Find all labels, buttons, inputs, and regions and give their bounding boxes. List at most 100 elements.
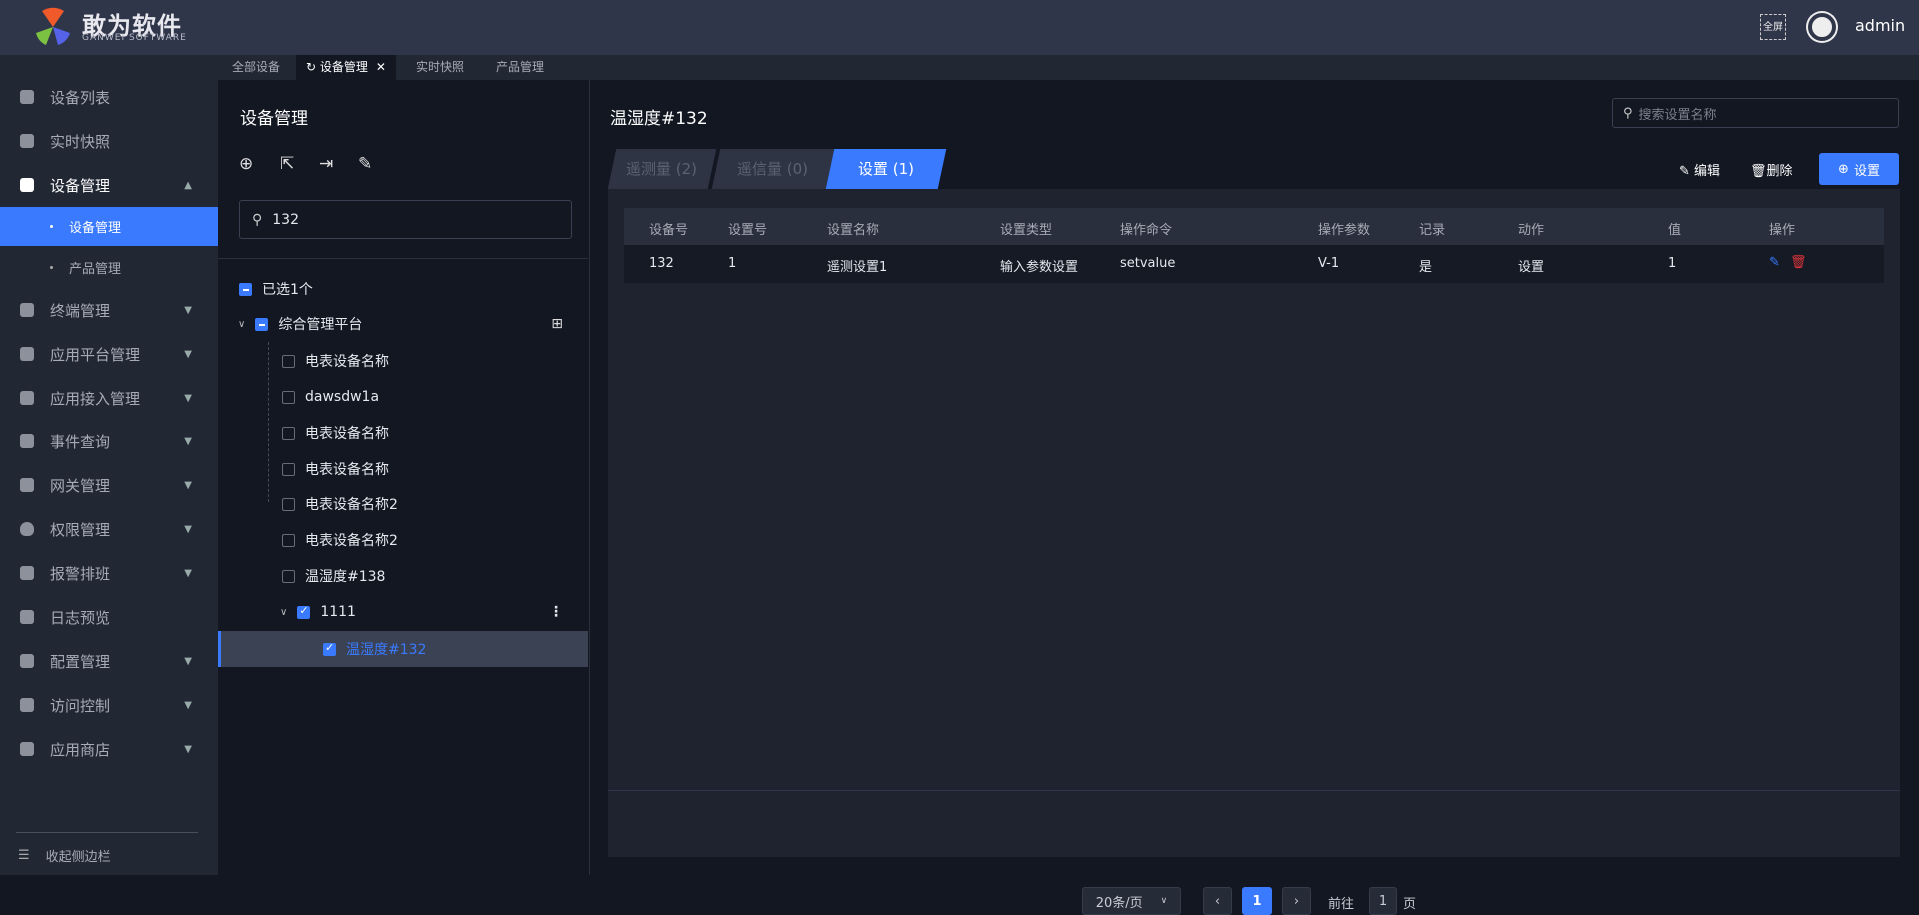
fullscreen-button[interactable]: 全屏	[1760, 14, 1786, 40]
page-size-select[interactable]: 20条/页 ∨	[1082, 887, 1181, 915]
col-setting-name: 设置名称	[827, 223, 880, 238]
checkbox[interactable]	[239, 282, 252, 296]
tree-node[interactable]: dawsdw1a	[218, 379, 588, 415]
more-vertical-icon[interactable]: ⋮	[549, 604, 563, 620]
close-icon[interactable]: ✕	[376, 60, 386, 74]
tree-search-input[interactable]: ⚲ 132	[239, 200, 572, 239]
edit-icon: ✎	[1679, 164, 1690, 179]
add-circle-icon[interactable]: ⊕	[239, 154, 253, 174]
select-all-row[interactable]: 已选1个	[218, 271, 588, 307]
tab-telemetry[interactable]: 遥测量 (2)	[607, 149, 717, 189]
checkbox[interactable]	[282, 533, 295, 547]
tab-telesignal[interactable]: 遥信量 (0)	[711, 149, 835, 189]
sidebar-item-access-control[interactable]: 访问控制 ▼	[0, 685, 218, 725]
tree-node[interactable]: 电表设备名称2	[218, 486, 588, 522]
tab-settings[interactable]: 设置 (1)	[825, 149, 947, 189]
row-delete-icon[interactable]: 🗑	[1790, 255, 1807, 270]
tree-node[interactable]: 电表设备名称	[218, 343, 588, 379]
divider	[608, 790, 1900, 791]
sidebar-item-permissions[interactable]: 权限管理 ▼	[0, 509, 218, 549]
sidebar-item-logs[interactable]: 日志预览	[0, 597, 218, 637]
label: 日志预览	[50, 608, 111, 627]
label: 遥信量 (0)	[737, 160, 809, 178]
tree-node-root[interactable]: ∨ 综合管理平台 ⊞	[218, 306, 588, 342]
edit-icon[interactable]: ✎	[358, 154, 372, 174]
add-setting-button[interactable]: ⊕ 设置	[1819, 153, 1899, 185]
avatar[interactable]	[1808, 13, 1836, 41]
label: 综合管理平台	[278, 317, 363, 333]
sidebar-item-gateway[interactable]: 网关管理 ▼	[0, 465, 218, 505]
label: 温湿度#138	[305, 569, 386, 585]
chevron-down-icon[interactable]: ∨	[238, 319, 245, 330]
sidebar-item-device-list[interactable]: 设备列表	[0, 77, 218, 117]
cell-setting-no: 1	[728, 256, 737, 271]
sidebar-item-snapshot[interactable]: 实时快照	[0, 121, 218, 161]
tree-node[interactable]: 电表设备名称2	[218, 522, 588, 558]
chevron-down-icon[interactable]: ∨	[280, 607, 287, 618]
sidebar-subitem-device-mgmt[interactable]: 设备管理	[0, 207, 218, 246]
tree-node[interactable]: 电表设备名称	[218, 415, 588, 451]
cell-action: 设置	[1518, 260, 1545, 275]
tab-snapshot[interactable]: 实时快照	[416, 55, 464, 80]
checkbox[interactable]	[282, 497, 295, 511]
add-folder-icon[interactable]: ⊞	[551, 316, 563, 332]
col-device-no: 设备号	[649, 223, 689, 238]
tab-device-mgmt[interactable]: ↻ 设备管理 ✕	[296, 55, 396, 80]
sidebar: 设备列表 实时快照 设备管理 ▲ 设备管理 产品管理 终端管理 ▼ 应用平台管理 ▼ …	[0, 55, 218, 875]
sidebar-item-app-platform[interactable]: 应用平台管理 ▼	[0, 334, 218, 374]
edit-button[interactable]: ✎ 编辑	[1679, 160, 1720, 179]
sidebar-item-events[interactable]: 事件查询 ▼	[0, 421, 218, 461]
row-edit-icon[interactable]: ✎	[1769, 255, 1780, 270]
sidebar-item-app-store[interactable]: 应用商店 ▼	[0, 729, 218, 769]
col-command: 操作命令	[1120, 223, 1173, 238]
col-value: 值	[1668, 223, 1682, 238]
sidebar-item-config[interactable]: 配置管理 ▼	[0, 641, 218, 681]
checkbox[interactable]	[282, 426, 295, 440]
page-1-button[interactable]: 1	[1242, 887, 1272, 915]
sidebar-item-alarm-shift[interactable]: 报警排班 ▼	[0, 553, 218, 593]
label: 设备管理	[319, 60, 368, 74]
add-circle-icon: ⊕	[1838, 161, 1849, 177]
tree-node-group[interactable]: ∨ 1111 ⋮	[218, 594, 588, 630]
user-name[interactable]: admin	[1855, 16, 1905, 35]
collapse-sidebar-button[interactable]: ☰ 收起侧边栏	[0, 835, 218, 875]
sidebar-item-device-mgmt[interactable]: 设备管理 ▲	[0, 165, 218, 205]
tree-node[interactable]: 电表设备名称	[218, 451, 588, 487]
chevron-down-icon: ▼	[184, 699, 192, 711]
checkbox[interactable]	[297, 604, 311, 619]
label: 电表设备名称	[305, 354, 389, 370]
label: 设置	[1853, 163, 1880, 179]
checkbox[interactable]	[255, 317, 269, 331]
document-icon	[20, 698, 34, 712]
sidebar-subitem-product-mgmt[interactable]: 产品管理	[0, 247, 218, 287]
checkbox[interactable]	[282, 354, 295, 368]
cell-params: V-1	[1318, 256, 1340, 271]
goto-page-input[interactable]: 1	[1369, 887, 1397, 915]
delete-button[interactable]: 🗑删除	[1750, 160, 1793, 179]
page-suffix: 页	[1403, 897, 1417, 912]
grid-icon	[20, 303, 34, 317]
device-tree-panel: 设备管理 ⊕ ⇱ ⇥ ✎ ⚲ 132 已选1个 ∨ 综合管理平台 ⊞ 电表设备名称 d…	[218, 80, 590, 875]
tree-node-selected[interactable]: 温湿度#132	[218, 631, 588, 667]
tree-node[interactable]: 温湿度#138	[218, 558, 588, 594]
checkbox[interactable]	[282, 569, 295, 583]
tab-all-devices[interactable]: 全部设备	[232, 55, 280, 80]
export-icon[interactable]: ⇱	[280, 154, 294, 174]
search-icon: ⚲	[1623, 105, 1633, 121]
search-value: 132	[272, 211, 299, 228]
tab-products[interactable]: 产品管理	[496, 55, 544, 80]
checkbox[interactable]	[282, 462, 295, 476]
checkbox[interactable]	[282, 390, 295, 404]
chevron-down-icon: ▼	[184, 435, 192, 447]
label: 1111	[320, 604, 356, 620]
settings-search-input[interactable]: ⚲ 搜索设置名称	[1612, 98, 1899, 128]
label: 应用平台管理	[50, 345, 141, 364]
sidebar-item-terminal[interactable]: 终端管理 ▼	[0, 290, 218, 330]
sidebar-item-app-access[interactable]: 应用接入管理 ▼	[0, 378, 218, 418]
cell-command: setvalue	[1120, 256, 1176, 271]
refresh-icon[interactable]: ↻	[306, 60, 320, 74]
prev-page-button[interactable]: ‹	[1203, 887, 1232, 915]
checkbox[interactable]	[323, 641, 336, 656]
import-folder-icon[interactable]: ⇥	[319, 154, 333, 174]
next-page-button[interactable]: ›	[1282, 887, 1311, 915]
